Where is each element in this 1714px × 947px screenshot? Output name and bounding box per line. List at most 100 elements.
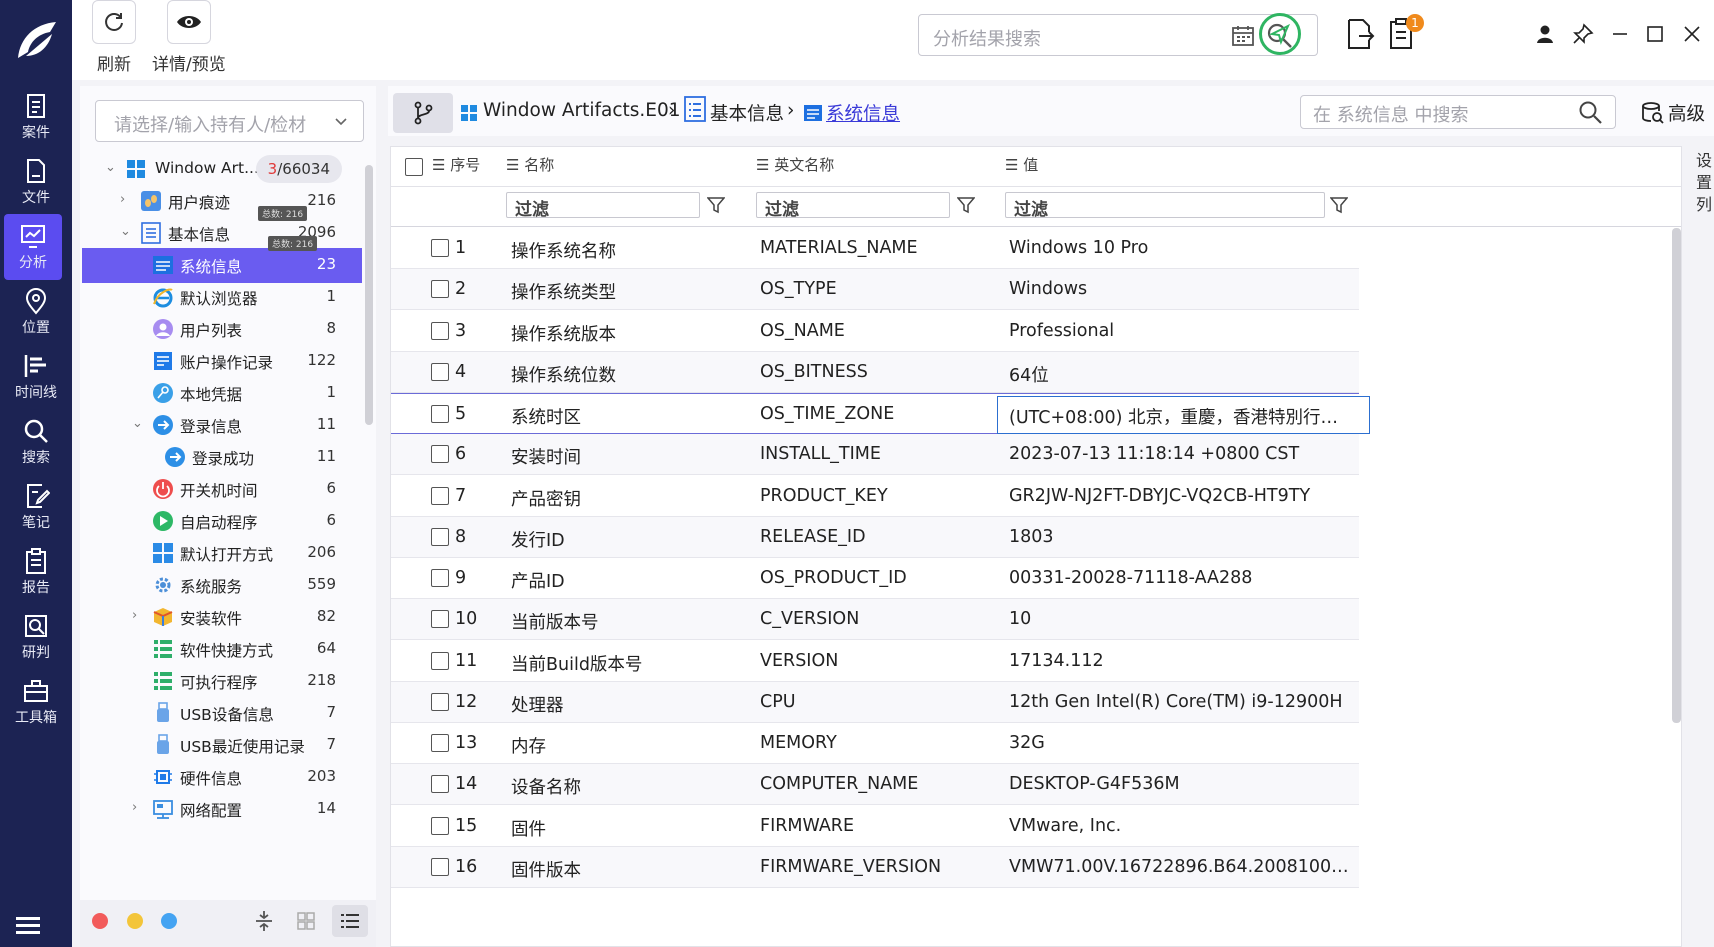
cell-name[interactable]: 固件 — [511, 816, 546, 841]
tree-item[interactable]: USB设备信息 7 — [82, 696, 362, 731]
collapse-all-button[interactable] — [246, 905, 282, 937]
rail-item-file[interactable]: 文件 — [0, 149, 72, 215]
advanced-search-button[interactable]: 高级 — [1642, 100, 1705, 126]
cell-name[interactable]: 操作系统类型 — [511, 279, 616, 304]
cell-name[interactable]: 操作系统名称 — [511, 238, 616, 263]
tree-item[interactable]: 默认打开方式 206 — [82, 536, 362, 571]
cell-name[interactable]: 产品ID — [511, 568, 565, 593]
tree-item[interactable]: 登录成功 11 — [82, 440, 362, 475]
tree-item[interactable]: ⌄ 基本信息 2096 — [82, 216, 362, 251]
cell-en-name[interactable]: C_VERSION — [760, 609, 859, 629]
result-search-input[interactable]: 分析结果搜索 — [918, 14, 1318, 56]
tree-item[interactable]: › 网络配置 14 — [82, 792, 362, 827]
chevron-down-icon[interactable]: ⌄ — [120, 224, 134, 239]
column-header-en[interactable]: ☰ 英文名称 — [756, 154, 834, 175]
table-row[interactable]: 6 安装时间 INSTALL_TIME 2023-07-13 11:18:14 +08… — [391, 434, 1359, 476]
cell-name[interactable]: 设备名称 — [511, 774, 581, 799]
row-checkbox[interactable] — [431, 692, 449, 711]
cell-value[interactable]: Windows 10 Pro — [1009, 238, 1349, 258]
chevron-down-icon[interactable]: ⌄ — [105, 160, 119, 175]
breadcrumb-current[interactable]: 系统信息 — [826, 100, 900, 126]
blue-dot-icon[interactable] — [161, 913, 177, 929]
user-icon[interactable] — [1535, 24, 1555, 44]
tree-item[interactable]: › 用户痕迹 216 — [82, 184, 362, 219]
cell-value[interactable]: DESKTOP-G4F536M — [1009, 774, 1349, 794]
table-row[interactable]: 14 设备名称 COMPUTER_NAME DESKTOP-G4F536M — [391, 764, 1359, 806]
cell-en-name[interactable]: COMPUTER_NAME — [760, 774, 918, 794]
tree-item[interactable]: › 安装软件 82 — [82, 600, 362, 635]
filter-val-input[interactable]: 过滤 — [1005, 192, 1325, 220]
cell-value[interactable]: 00331-20028-71118-AA288 — [1009, 568, 1349, 588]
table-row[interactable]: 4 操作系统位数 OS_BITNESS 64位 — [391, 351, 1359, 393]
filter-name-input[interactable]: 过滤 — [506, 192, 700, 220]
tree-item[interactable]: 硬件信息 203 — [82, 760, 362, 795]
rail-item-document[interactable]: 案件 — [0, 84, 72, 150]
cell-en-name[interactable]: MATERIALS_NAME — [760, 238, 918, 258]
cell-name[interactable]: 处理器 — [511, 692, 564, 717]
task-list-button[interactable]: 1 — [1388, 14, 1424, 54]
table-row[interactable]: 1 操作系统名称 MATERIALS_NAME Windows 10 Pro — [391, 228, 1359, 269]
export-file-icon[interactable] — [1345, 18, 1375, 50]
rail-item-note[interactable]: 笔记 — [0, 474, 72, 540]
tree-item[interactable]: 默认浏览器 1 — [82, 280, 362, 315]
cell-value[interactable]: 12th Gen Intel(R) Core(TM) i9-12900H — [1009, 692, 1349, 712]
row-checkbox[interactable] — [431, 445, 449, 464]
close-icon[interactable] — [1682, 24, 1702, 44]
cell-name[interactable]: 操作系统版本 — [511, 321, 616, 346]
tree-item[interactable]: 软件快捷方式 64 — [82, 632, 362, 667]
cell-value[interactable]: 64位 — [1009, 362, 1349, 387]
row-checkbox[interactable] — [431, 569, 449, 587]
chevron-right-icon[interactable]: › — [132, 608, 146, 623]
rail-item-monitor-chart[interactable]: 分析 — [4, 214, 62, 280]
cell-value[interactable]: 32G — [1009, 733, 1349, 753]
column-header-val[interactable]: ☰ 值 — [1005, 154, 1038, 175]
table-row[interactable]: 15 固件 FIRMWARE VMware, Inc. — [391, 806, 1359, 847]
pin-icon[interactable] — [1572, 23, 1594, 45]
refresh-button[interactable]: 刷新 — [92, 0, 136, 75]
yellow-dot-icon[interactable] — [127, 913, 143, 929]
cell-en-name[interactable]: FIRMWARE — [760, 816, 854, 836]
owner-select[interactable]: 请选择/输入持有人/检材 — [95, 100, 364, 142]
cell-en-name[interactable]: OS_NAME — [760, 321, 845, 341]
cell-name[interactable]: 产品密钥 — [511, 486, 581, 511]
rail-item-timeline[interactable]: 时间线 — [0, 344, 72, 410]
cell-name[interactable]: 当前Build版本号 — [511, 651, 642, 676]
filter-funnel-icon[interactable] — [1330, 196, 1348, 214]
details-preview-button[interactable]: 详情/预览 — [152, 0, 226, 75]
chevron-right-icon[interactable]: › — [132, 800, 146, 815]
rail-item-search[interactable]: 搜索 — [0, 409, 72, 475]
cell-en-name[interactable]: OS_TIME_ZONE — [760, 404, 894, 424]
cell-en-name[interactable]: OS_TYPE — [760, 279, 837, 299]
tree-item[interactable]: ⌄ 登录信息 11 — [82, 408, 362, 443]
search-icon[interactable] — [1579, 101, 1603, 125]
tree-item[interactable]: USB最近使用记录 7 — [82, 728, 362, 763]
list-view-button[interactable] — [332, 905, 368, 937]
row-checkbox[interactable] — [431, 239, 449, 257]
filter-funnel-icon[interactable] — [707, 196, 725, 214]
cell-name[interactable]: 当前版本号 — [511, 609, 599, 634]
table-row[interactable]: 10 当前版本号 C_VERSION 10 — [391, 599, 1359, 641]
rail-item-report[interactable]: 报告 — [0, 539, 72, 605]
table-row[interactable]: 8 发行ID RELEASE_ID 1803 — [391, 516, 1359, 558]
chevron-right-icon[interactable]: › — [120, 192, 134, 207]
cell-value[interactable]: (UTC+08:00) 北京，重慶，香港特別行政區... — [1009, 404, 1349, 429]
cell-en-name[interactable]: PRODUCT_KEY — [760, 486, 888, 506]
cell-value[interactable]: VMW71.00V.16722896.B64.2008100651 — [1009, 857, 1349, 877]
row-checkbox[interactable] — [431, 651, 449, 670]
cell-en-name[interactable]: INSTALL_TIME — [760, 444, 881, 464]
red-dot-icon[interactable] — [92, 913, 108, 929]
table-row[interactable]: 11 当前Build版本号 VERSION 17134.112 — [391, 641, 1359, 682]
cell-value[interactable]: 2023-07-13 11:18:14 +0800 CST — [1009, 444, 1349, 464]
rail-item-toolbox[interactable]: 工具箱 — [0, 669, 72, 735]
breadcrumb-root[interactable]: Window Artifacts.E01 — [483, 100, 681, 121]
sidebar-scrollbar[interactable] — [365, 165, 373, 425]
table-scrollbar[interactable] — [1672, 228, 1681, 723]
tree-item[interactable]: 系统信息 23 — [82, 248, 362, 283]
rail-item-location-pin[interactable]: 位置 — [0, 279, 72, 345]
select-all-checkbox[interactable] — [405, 158, 423, 176]
status-indicator-button[interactable] — [1259, 13, 1301, 55]
rail-item-analyze[interactable]: 研判 — [0, 604, 72, 670]
cell-en-name[interactable]: OS_BITNESS — [760, 362, 868, 382]
grid-view-button[interactable] — [288, 905, 324, 937]
table-row[interactable]: 7 产品密钥 PRODUCT_KEY GR2JW-NJ2FT-DBYJC-VQ2CB-… — [391, 476, 1359, 517]
